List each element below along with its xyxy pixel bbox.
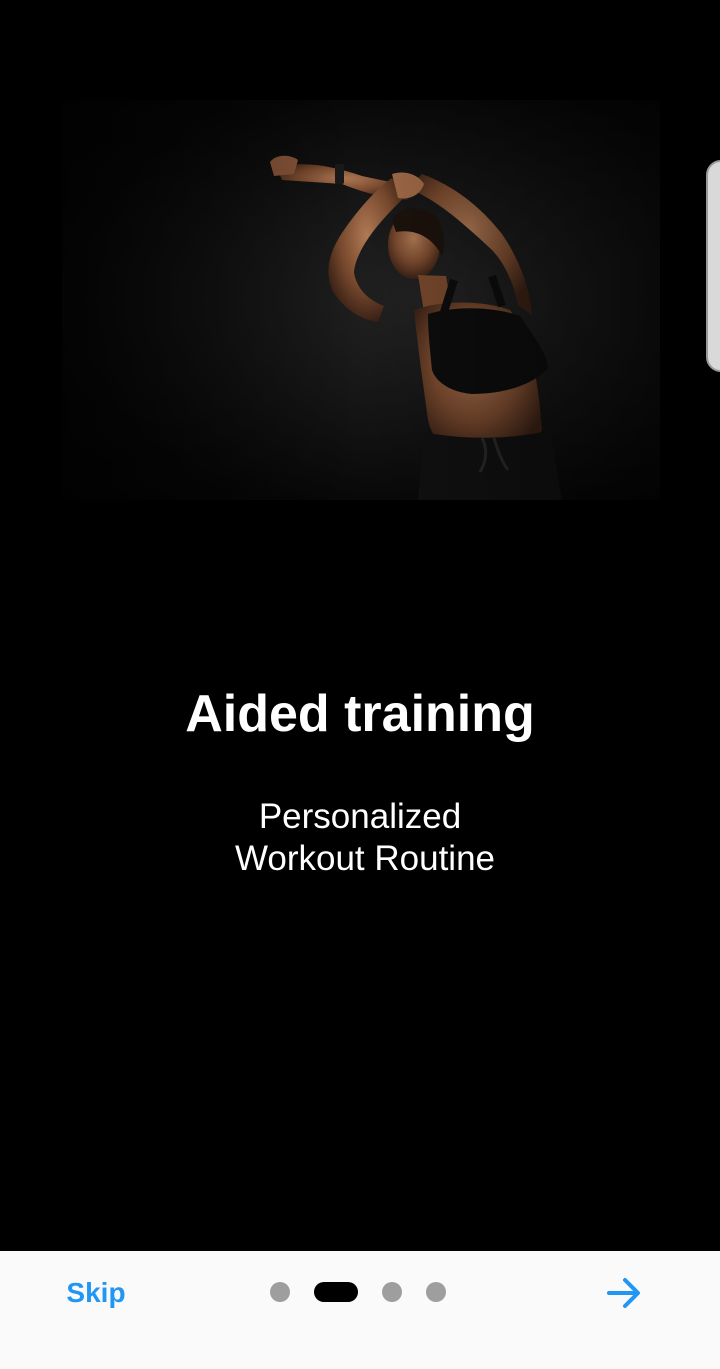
arrow-right-icon [607,1278,640,1308]
woman-stretching-illustration [62,100,660,500]
skip-button[interactable]: Skip [48,1267,144,1319]
page-dot-2-active[interactable] [314,1282,358,1302]
page-dot-4[interactable] [426,1282,446,1302]
page-subtitle: Personalized Workout Routine [0,796,720,880]
next-button[interactable] [598,1267,650,1319]
edge-panel-handle[interactable] [706,160,720,372]
page-indicator [270,1280,446,1304]
hero-image [62,100,660,500]
page-dot-3[interactable] [382,1282,402,1302]
bottom-navigation-bar: Skip [0,1251,720,1369]
page-title: Aided training [185,685,535,743]
subtitle-line-1: Personalized [258,797,462,836]
onboarding-screen: Aided training Personalized Workout Rout… [0,0,720,1369]
subtitle-line-2: Workout Routine [234,839,496,878]
page-dot-1[interactable] [270,1282,290,1302]
